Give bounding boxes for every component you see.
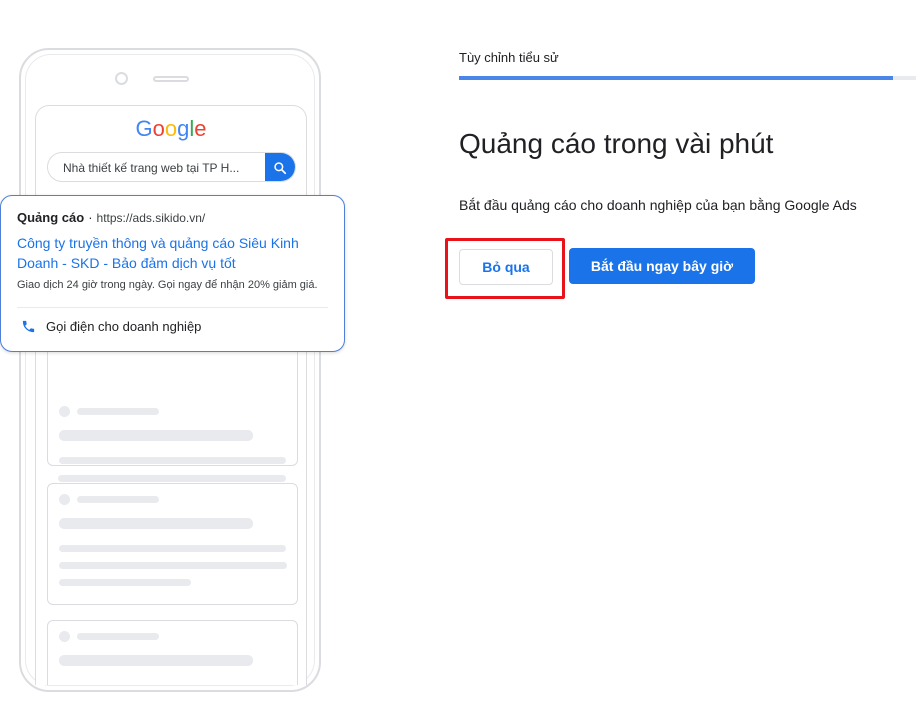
logo-letter: e: [194, 116, 207, 141]
skeleton-line: [77, 408, 159, 415]
ad-separator: ·: [88, 210, 93, 225]
skeleton-result-card: [47, 483, 298, 605]
skeleton-line: [58, 475, 286, 482]
page-title: Quảng cáo trong vài phút: [459, 128, 774, 159]
progress-bar-fill: [459, 76, 894, 80]
skeleton-line: [59, 579, 191, 586]
phone-search-text: Nhà thiết kế trang web tại TP H...: [63, 161, 240, 175]
skeleton-dot: [59, 494, 70, 505]
skip-button[interactable]: Bỏ qua: [459, 249, 553, 285]
progress-bar: [459, 76, 916, 80]
skeleton-line: [59, 545, 286, 552]
logo-letter: G: [135, 116, 153, 141]
phone-screen: Google Nhà thiết kế trang web tại TP H..…: [35, 105, 307, 685]
ad-call-button[interactable]: Gọi điện cho doanh nghiệp: [21, 319, 201, 334]
skeleton-line: [77, 633, 159, 640]
logo-letter: o: [152, 116, 165, 141]
phone-speaker: [153, 76, 189, 82]
skeleton-line: [59, 430, 253, 441]
ad-description: Giao dịch 24 giờ trong ngày. Gọi ngay để…: [17, 279, 318, 291]
ad-preview-card: Quảng cáo · https://ads.sikido.vn/ Công ty…: [0, 195, 345, 352]
ad-url: https://ads.sikido.vn/: [96, 211, 206, 225]
phone-search-box: Nhà thiết kế trang web tại TP H...: [47, 152, 296, 182]
step-label: Tùy chỉnh tiểu sử: [459, 50, 559, 65]
skeleton-line: [59, 655, 253, 666]
skeleton-line: [59, 518, 253, 529]
skeleton-result-card: [47, 620, 298, 685]
ad-divider: [17, 307, 328, 308]
skeleton-line: [59, 562, 287, 569]
skeleton-dot: [59, 631, 70, 642]
ad-call-label: Gọi điện cho doanh nghiệp: [46, 319, 202, 334]
phone-search-button: [265, 153, 295, 181]
ad-label: Quảng cáo: [17, 210, 85, 225]
logo-letter: g: [177, 116, 190, 141]
skeleton-dot: [59, 406, 70, 417]
logo-letter: o: [164, 116, 178, 141]
skeleton-line: [59, 457, 286, 464]
search-icon: [274, 162, 287, 175]
phone-camera: [115, 72, 128, 85]
start-now-button[interactable]: Bắt đầu ngay bây giờ: [569, 248, 755, 284]
google-logo: Google: [36, 116, 306, 142]
skeleton-line: [77, 496, 159, 503]
ad-header: Quảng cáo · https://ads.sikido.vn/: [17, 210, 205, 225]
page-subtitle: Bắt đầu quảng cáo cho doanh nghiệp của b…: [459, 197, 857, 213]
phone-mockup: Google Nhà thiết kế trang web tại TP H..…: [19, 48, 321, 692]
ad-title-link[interactable]: Công ty truyền thông và quảng cáo Siêu K…: [17, 233, 332, 273]
phone-icon: [22, 320, 35, 333]
